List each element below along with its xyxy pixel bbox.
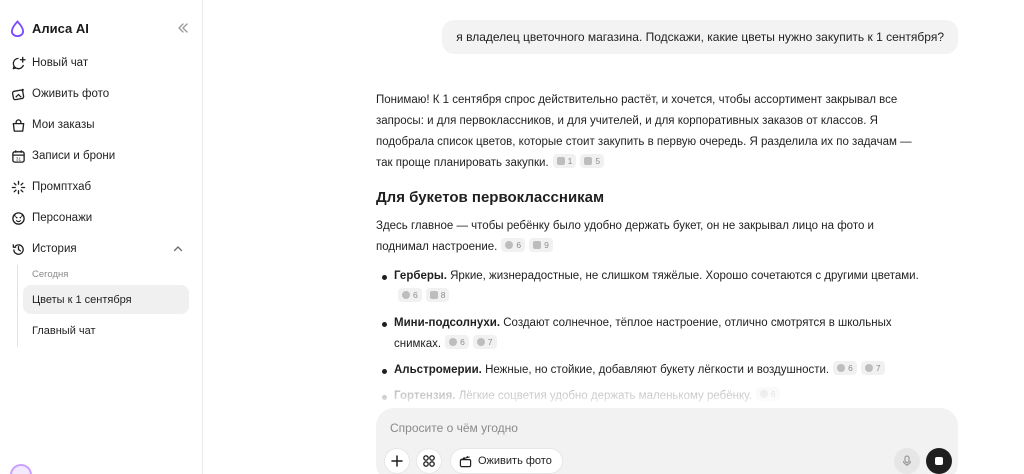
source-count: 6 <box>516 239 522 250</box>
list-item-text: Лёгкие соцветия удобно держать маленьком… <box>458 390 752 402</box>
collapse-sidebar-icon[interactable] <box>176 21 190 35</box>
source-chip[interactable]: 7 <box>472 335 497 349</box>
sidebar: Алиса AI Новый чат Оживить фото Мои зака… <box>0 0 203 474</box>
list-item-title: Альстромерии. <box>394 364 482 376</box>
stop-icon <box>935 457 943 465</box>
source-chip[interactable]: 6 <box>398 288 422 302</box>
source-icon <box>759 390 768 398</box>
source-icon <box>505 241 514 249</box>
grid-icon <box>423 455 435 467</box>
sidebar-item-bookings[interactable]: 31 Записи и брони <box>4 142 194 170</box>
source-chip[interactable]: 1 <box>552 154 577 168</box>
source-count: 6 <box>770 388 776 399</box>
assistant-answer: Понимаю! К 1 сентября спрос действительн… <box>376 90 926 412</box>
new-chat-icon <box>10 55 26 71</box>
list-item-text: Яркие, жизнерадостные, не слишком тяжёлы… <box>450 270 919 282</box>
source-count: 5 <box>595 155 601 166</box>
list-item: Мини-подсолнухи. Создают солнечное, тёпл… <box>376 313 926 355</box>
source-chip[interactable]: 5 <box>580 154 605 168</box>
avatar[interactable] <box>10 464 32 474</box>
shopping-bag-icon <box>10 117 26 133</box>
answer-paragraph-text: Здесь главное — чтобы ребёнку было удобн… <box>376 220 874 253</box>
source-chip[interactable]: 6 <box>833 361 857 375</box>
answer-paragraph: Здесь главное — чтобы ребёнку было удобн… <box>376 216 926 258</box>
source-icon <box>556 157 565 165</box>
clapperboard-icon <box>459 455 472 467</box>
source-chip[interactable]: 6 <box>445 335 469 349</box>
svg-text:31: 31 <box>15 156 21 161</box>
alice-logo-icon <box>10 19 25 37</box>
composer: Оживить фото <box>376 408 958 474</box>
sidebar-item-label: Персонажи <box>32 212 93 224</box>
stop-button[interactable] <box>926 448 952 474</box>
history-icon <box>10 241 26 257</box>
calendar-icon: 31 <box>10 148 26 164</box>
sidebar-item-label: Записи и брони <box>32 150 116 162</box>
sidebar-item-prompthub[interactable]: Промптхаб <box>4 173 194 201</box>
source-chip[interactable]: 7 <box>860 361 885 375</box>
source-icon <box>584 157 593 165</box>
chat-area: я владелец цветочного магазина. Подскажи… <box>204 0 1024 474</box>
sidebar-item-history[interactable]: История <box>4 235 194 263</box>
source-icon <box>864 364 873 372</box>
source-icon <box>449 338 458 346</box>
source-count: 6 <box>460 336 465 347</box>
sidebar-item-new-chat[interactable]: Новый чат <box>4 49 194 77</box>
apps-button[interactable] <box>416 448 442 474</box>
source-count: 7 <box>875 362 881 373</box>
attach-button[interactable] <box>384 448 410 474</box>
sidebar-item-orders[interactable]: Мои заказы <box>4 111 194 139</box>
app-name: Алиса AI <box>32 20 89 36</box>
characters-icon <box>10 210 26 226</box>
microphone-icon <box>902 455 912 466</box>
animate-photo-icon <box>10 86 26 102</box>
animate-photo-button[interactable]: Оживить фото <box>450 448 563 474</box>
source-icon <box>533 241 542 249</box>
brand[interactable]: Алиса AI <box>10 18 89 38</box>
source-count: 8 <box>440 289 446 300</box>
sparkle-icon <box>10 179 26 195</box>
list-item: Гортензия. Лёгкие соцветия удобно держат… <box>376 386 926 407</box>
source-count: 6 <box>413 289 418 300</box>
source-chip[interactable]: 6 <box>501 238 526 252</box>
list-item: Альстромерии. Нежные, но стойкие, добавл… <box>376 360 926 381</box>
source-chip[interactable]: 9 <box>529 238 553 252</box>
list-item-text: Нежные, но стойкие, добавляют букету лёг… <box>485 364 830 376</box>
sidebar-item-characters[interactable]: Персонажи <box>4 204 194 232</box>
source-icon <box>402 291 410 299</box>
list-item-title: Герберы. <box>394 270 447 282</box>
list-item-title: Гортензия. <box>394 390 456 402</box>
source-icon <box>837 364 846 372</box>
source-chip[interactable]: 8 <box>425 288 450 302</box>
source-count: 1 <box>567 155 573 166</box>
answer-intro: Понимаю! К 1 сентября спрос действительн… <box>376 90 926 174</box>
list-item: Герберы. Яркие, жизнерадостные, не слишк… <box>376 266 926 308</box>
source-count: 7 <box>487 336 493 347</box>
microphone-button[interactable] <box>894 448 920 474</box>
source-icon <box>476 338 485 346</box>
message-input[interactable] <box>390 419 870 437</box>
sidebar-item-animate-photo[interactable]: Оживить фото <box>4 80 194 108</box>
flower-list: Герберы. Яркие, жизнерадостные, не слишк… <box>376 266 926 407</box>
sidebar-item-label: История <box>32 243 77 255</box>
history-tree-line <box>17 265 18 347</box>
source-count: 9 <box>544 239 549 250</box>
sidebar-item-label: Новый чат <box>32 57 89 69</box>
source-icon <box>429 291 438 299</box>
history-item-main-chat[interactable]: Главный чат <box>23 316 189 345</box>
animate-photo-label: Оживить фото <box>478 455 552 467</box>
source-count: 6 <box>848 362 853 373</box>
history-section-label: Сегодня <box>32 269 69 280</box>
plus-icon <box>391 455 403 467</box>
answer-heading: Для букетов первоклассникам <box>376 189 605 206</box>
chevron-up-icon[interactable] <box>172 243 184 255</box>
user-message: я владелец цветочного магазина. Подскажи… <box>442 20 958 54</box>
list-item-title: Мини-подсолнухи. <box>394 317 501 329</box>
answer-intro-text: Понимаю! К 1 сентября спрос действительн… <box>376 94 912 169</box>
sidebar-item-label: Оживить фото <box>32 88 110 100</box>
sidebar-item-label: Мои заказы <box>32 119 95 131</box>
history-item-flowers[interactable]: Цветы к 1 сентября <box>23 285 189 314</box>
sidebar-item-label: Промптхаб <box>32 181 92 193</box>
source-chip[interactable]: 6 <box>755 387 780 401</box>
